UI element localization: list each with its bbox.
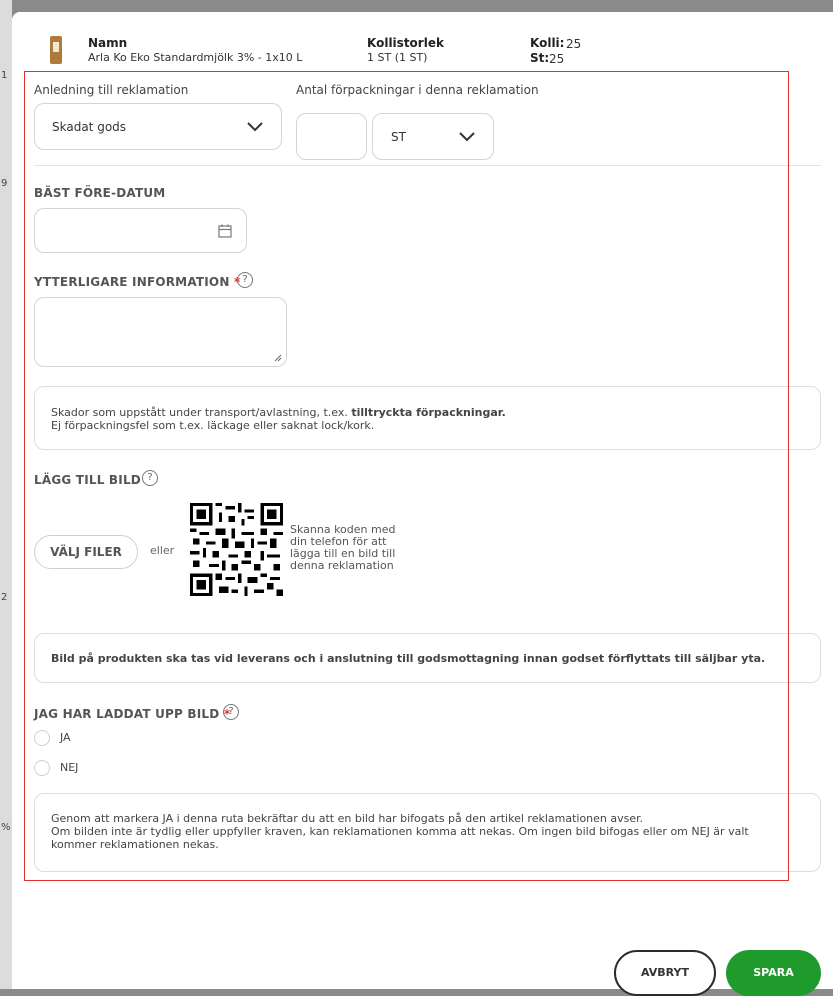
kolli-label: Kolli:	[530, 36, 565, 50]
st-value: 25	[549, 52, 565, 66]
st-label: St:	[530, 51, 550, 65]
kolli-value: 25	[566, 37, 582, 51]
product-image	[50, 36, 62, 64]
backdrop-mark: 9	[1, 178, 8, 189]
backdrop-mark: %	[1, 822, 11, 833]
pack-size-value: 1 ST (1 ST)	[367, 51, 428, 64]
product-name-label: Namn	[88, 36, 128, 50]
cancel-button[interactable]: AVBRYT	[614, 950, 716, 996]
product-name-value: Arla Ko Eko Standardmjölk 3% - 1x10 L	[88, 51, 303, 64]
save-button[interactable]: SPARA	[726, 950, 821, 996]
pack-size-label: Kollistorlek	[367, 36, 444, 50]
product-header: Namn Arla Ko Eko Standardmjölk 3% - 1x10…	[12, 12, 833, 72]
backdrop-mark: 1	[1, 70, 8, 81]
backdrop-mark: 2	[1, 592, 8, 603]
backdrop-strip: 1 9 2 %	[0, 0, 12, 989]
highlight-frame	[24, 71, 789, 881]
